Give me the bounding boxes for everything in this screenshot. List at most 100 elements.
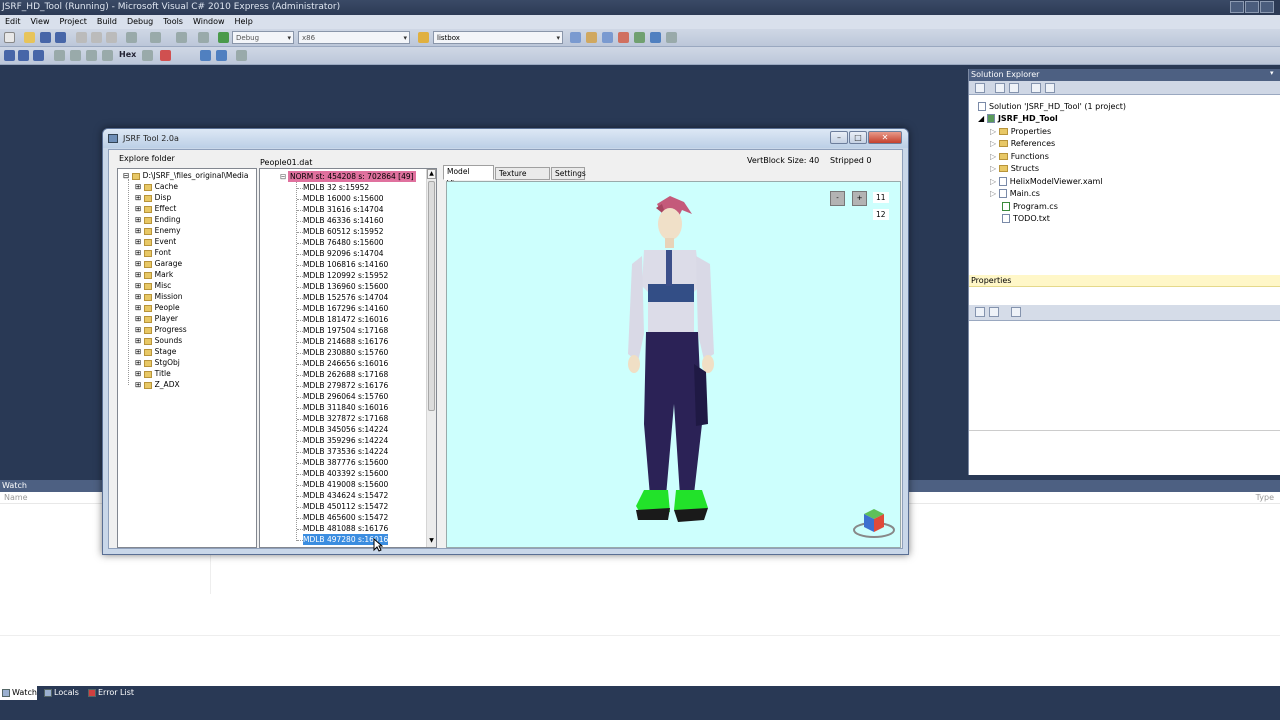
paste-icon[interactable] — [106, 32, 117, 43]
mdlb-item[interactable]: MDLB 279872 s:16176 — [303, 380, 388, 391]
uncomment-icon[interactable] — [216, 50, 227, 61]
watch-col-name[interactable]: Name — [4, 493, 28, 502]
tree-item-functions[interactable]: ▷ Functions — [990, 151, 1049, 162]
tree-item-todo-txt[interactable]: TODO.txt — [1002, 213, 1050, 224]
solution-node[interactable]: Solution 'JSRF_HD_Tool' (1 project) — [978, 101, 1126, 112]
menu-window[interactable]: Window — [188, 15, 230, 29]
view-designer-icon[interactable] — [1045, 83, 1055, 93]
menu-edit[interactable]: Edit — [0, 15, 26, 29]
mdlb-item[interactable]: MDLB 214688 s:16176 — [303, 336, 388, 347]
folder-stage[interactable]: ⊞ Stage — [135, 346, 176, 357]
mdlb-item[interactable]: MDLB 152576 s:14704 — [303, 292, 388, 303]
tree-item-main-cs[interactable]: ▷ Main.cs — [990, 188, 1040, 199]
scroll-up-icon[interactable]: ▲ — [427, 169, 436, 179]
folder-garage[interactable]: ⊞ Garage — [135, 258, 182, 269]
save-icon[interactable] — [40, 32, 51, 43]
tool-close-button[interactable]: ✕ — [868, 131, 902, 144]
view-cube-icon[interactable] — [852, 504, 896, 540]
mdlb-item[interactable]: MDLB 246656 s:16016 — [303, 358, 388, 369]
output-window-icon[interactable] — [160, 50, 171, 61]
property-pages-icon[interactable] — [1011, 307, 1021, 317]
menu-debug[interactable]: Debug — [122, 15, 158, 29]
copy-icon[interactable] — [91, 32, 102, 43]
options-icon[interactable] — [666, 32, 677, 43]
collapse-icon[interactable]: ◢ — [978, 114, 987, 123]
folder-font[interactable]: ⊞ Font — [135, 247, 171, 258]
mdlb-item[interactable]: MDLB 120992 s:15952 — [303, 270, 388, 281]
folder-tree[interactable]: ⊟ D:\JSRF_\files_original\Media ⊞ Cache … — [117, 168, 257, 548]
mdlb-item[interactable]: MDLB 481088 s:16176 — [303, 523, 388, 534]
tab-texture-viewer[interactable]: Texture Viewer — [495, 167, 550, 190]
save-all-icon[interactable] — [55, 32, 66, 43]
menu-project[interactable]: Project — [54, 15, 91, 29]
mdlb-item[interactable]: MDLB 419008 s:15600 — [303, 479, 388, 490]
stop-debugging-icon[interactable] — [18, 50, 29, 61]
folder-progress[interactable]: ⊞ Progress — [135, 324, 187, 335]
folder-title[interactable]: ⊞ Title — [135, 368, 171, 379]
folder-player[interactable]: ⊞ Player — [135, 313, 178, 324]
menu-help[interactable]: Help — [230, 15, 258, 29]
tree-item-structs[interactable]: ▷ Structs — [990, 163, 1039, 174]
mdlb-item[interactable]: MDLB 387776 s:15600 — [303, 457, 388, 468]
folder-event[interactable]: ⊞ Event — [135, 236, 176, 247]
folder-cache[interactable]: ⊞ Cache — [135, 181, 178, 192]
folder-mission[interactable]: ⊞ Mission — [135, 291, 182, 302]
mdlb-item[interactable]: MDLB 262688 s:17168 — [303, 369, 388, 380]
categorized-icon[interactable] — [975, 307, 985, 317]
refresh-icon[interactable] — [1009, 83, 1019, 93]
navigate-forward-icon[interactable] — [198, 32, 209, 43]
show-next-statement-icon[interactable] — [102, 50, 113, 61]
tab-settings[interactable]: Settings — [551, 167, 586, 180]
mdlb-item[interactable]: MDLB 136960 s:15600 — [303, 281, 388, 292]
tree-item-helixmodelviewer[interactable]: ▷ HelixModelViewer.xaml — [990, 176, 1103, 187]
comment-icon[interactable] — [200, 50, 211, 61]
view-code-icon[interactable] — [1031, 83, 1041, 93]
breakpoints-icon[interactable] — [142, 50, 153, 61]
close-icon[interactable] — [1260, 1, 1274, 13]
find-in-files-icon[interactable] — [570, 32, 581, 43]
toolbar-options-icon[interactable] — [236, 50, 247, 61]
navigate-back-icon[interactable] — [176, 32, 187, 43]
step-into-icon[interactable] — [54, 50, 65, 61]
restart-icon[interactable] — [33, 50, 44, 61]
extension-manager-icon[interactable] — [650, 32, 661, 43]
menu-build[interactable]: Build — [92, 15, 122, 29]
mdlb-item[interactable]: MDLB 450112 s:15472 — [303, 501, 388, 512]
mdlb-item[interactable]: MDLB 60512 s:15952 — [303, 226, 384, 237]
viewer-plus-button[interactable]: + — [852, 191, 867, 206]
mdlb-item[interactable]: MDLB 403392 s:15600 — [303, 468, 388, 479]
mdlb-item[interactable]: MDLB 32 s:15952 — [303, 182, 369, 193]
file-block-tree[interactable]: ⊟ NORM st: 454208 s: 702864 [49] MDLB 32… — [259, 168, 437, 548]
mdlb-item[interactable]: MDLB 92096 s:14704 — [303, 248, 384, 259]
mdlb-item[interactable]: MDLB 167296 s:14160 — [303, 303, 388, 314]
menu-view[interactable]: View — [26, 15, 55, 29]
tab-model-viewer[interactable]: Model Viewer — [443, 165, 494, 188]
step-over-icon[interactable] — [70, 50, 81, 61]
step-out-icon[interactable] — [86, 50, 97, 61]
project-node[interactable]: ◢ JSRF_HD_Tool — [978, 113, 1058, 124]
tree-item-properties[interactable]: ▷ Properties — [990, 126, 1051, 137]
alphabetical-icon[interactable] — [989, 307, 999, 317]
tool-maximize-button[interactable]: □ — [849, 131, 867, 144]
tab-watch[interactable]: Watch — [0, 686, 37, 700]
mdlb-item[interactable]: MDLB 465600 s:15472 — [303, 512, 388, 523]
norm-collapse-icon[interactable]: ⊟ — [280, 171, 286, 182]
mdlb-item[interactable]: MDLB 327872 s:17168 — [303, 413, 388, 424]
mdlb-item[interactable]: MDLB 296064 s:15760 — [303, 391, 388, 402]
norm-block-item[interactable]: NORM st: 454208 s: 702864 [49] — [288, 171, 416, 182]
tab-error-list[interactable]: Error List — [86, 686, 136, 700]
folder-ending[interactable]: ⊞ Ending — [135, 214, 181, 225]
folder-effect[interactable]: ⊞ Effect — [135, 203, 176, 214]
find-icon[interactable] — [418, 32, 429, 43]
new-project-icon[interactable] — [4, 32, 15, 43]
mdlb-item[interactable]: MDLB 16000 s:15600 — [303, 193, 384, 204]
pin-icon[interactable]: ▾ — [1270, 69, 1278, 81]
mdlb-item[interactable]: MDLB 230880 s:15760 — [303, 347, 388, 358]
file-tree-scrollbar[interactable]: ▲ ▼ — [426, 169, 436, 547]
find-combo[interactable]: listbox — [433, 31, 563, 44]
mdlb-item[interactable]: MDLB 311840 s:16016 — [303, 402, 388, 413]
folder-stgobj[interactable]: ⊞ StgObj — [135, 357, 180, 368]
folder-people[interactable]: ⊞ People — [135, 302, 180, 313]
tab-locals[interactable]: Locals — [42, 686, 82, 700]
scrollbar-thumb[interactable] — [428, 181, 435, 411]
